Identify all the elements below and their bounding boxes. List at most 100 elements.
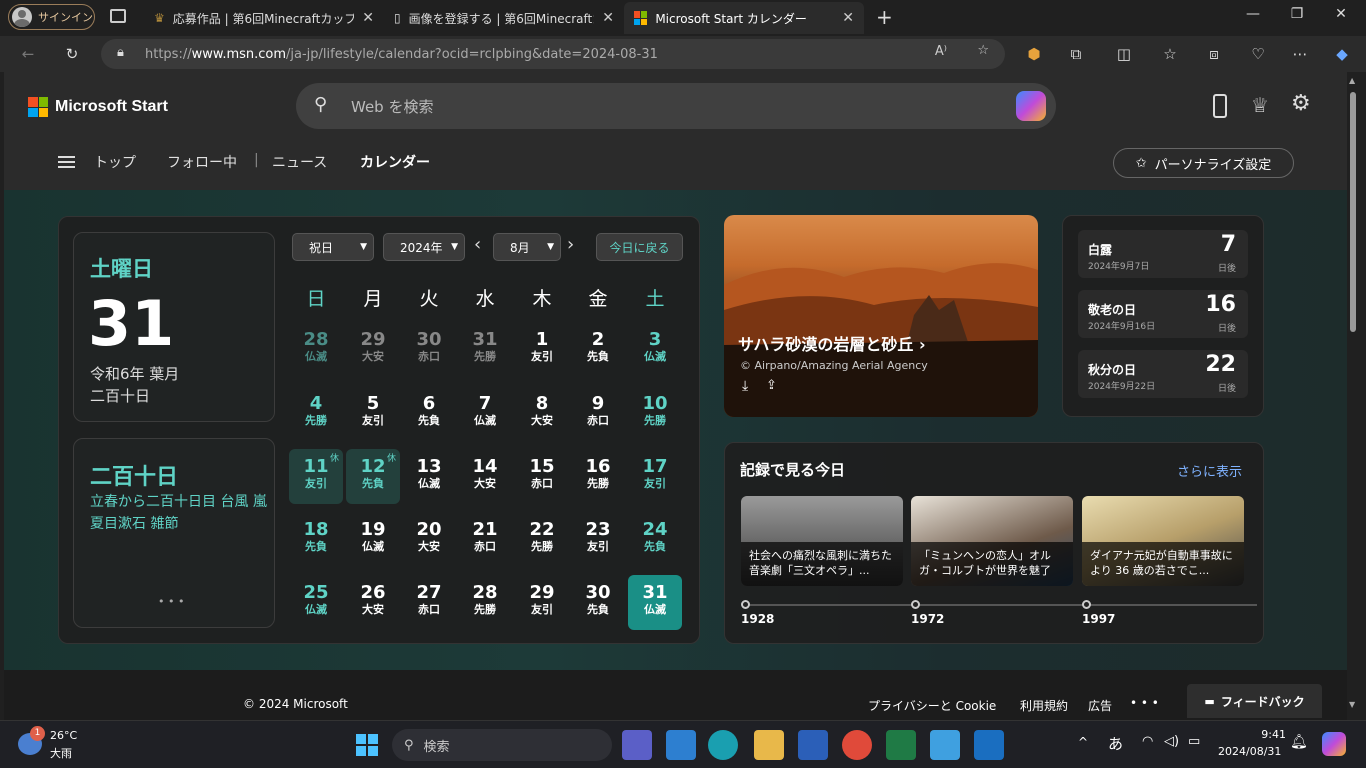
tab-2[interactable]: ▯ 画像を登録する | 第6回Minecraftカ ✕ bbox=[384, 2, 624, 34]
tab-actions-icon[interactable] bbox=[110, 9, 126, 23]
back-icon[interactable]: ← bbox=[16, 42, 40, 66]
battery-icon[interactable]: ▭ bbox=[1188, 734, 1200, 749]
split-screen-icon[interactable]: ◫ bbox=[1112, 42, 1136, 66]
clock-date[interactable]: 2024/08/31 bbox=[1218, 745, 1281, 758]
outlook-icon[interactable] bbox=[974, 730, 1004, 760]
calendar-day-cell[interactable]: 19 仏滅 bbox=[346, 512, 400, 567]
photos-icon[interactable] bbox=[930, 730, 960, 760]
calendar-day-cell[interactable]: 24 先負 bbox=[628, 512, 682, 567]
start-windows-icon[interactable] bbox=[356, 734, 378, 756]
extensions-icon[interactable]: ⧉ bbox=[1064, 42, 1088, 66]
holiday-filter-select[interactable]: 祝日 ▼ bbox=[292, 233, 374, 261]
calendar-day-cell[interactable]: 23 友引 bbox=[571, 512, 625, 567]
ime-indicator[interactable]: あ bbox=[1108, 733, 1123, 754]
more-menu-icon[interactable]: ⋯ bbox=[1288, 42, 1312, 66]
favorite-star-icon[interactable]: ☆ bbox=[977, 43, 989, 58]
close-tab-icon[interactable]: ✕ bbox=[602, 10, 614, 26]
read-aloud-icon[interactable]: A⁾ bbox=[935, 44, 947, 59]
calendar-day-cell[interactable]: 14 大安 bbox=[458, 449, 512, 504]
hero-image-card[interactable]: サハラ砂漠の岩層と砂丘 › © Airpano/Amazing Aerial A… bbox=[724, 215, 1038, 417]
calendar-day-cell[interactable]: 1 友引 bbox=[515, 322, 569, 377]
calendar-day-cell[interactable]: 12 先負休 bbox=[346, 449, 400, 504]
calendar-day-cell[interactable]: 18 先負 bbox=[289, 512, 343, 567]
clock-time[interactable]: 9:41 bbox=[1232, 728, 1286, 741]
signin-button[interactable]: サインイン bbox=[8, 4, 95, 30]
calendar-day-cell[interactable]: 29 友引 bbox=[515, 575, 569, 630]
nav-top[interactable]: トップ bbox=[94, 152, 136, 172]
hero-title-link[interactable]: サハラ砂漠の岩層と砂丘 › bbox=[738, 331, 926, 355]
calendar-day-cell[interactable]: 28 仏滅 bbox=[289, 322, 343, 377]
nav-calendar[interactable]: カレンダー bbox=[360, 152, 430, 172]
wifi-icon[interactable]: ◠ bbox=[1142, 734, 1153, 749]
next-month-icon[interactable]: › bbox=[567, 234, 574, 255]
calendar-day-cell[interactable]: 20 大安 bbox=[402, 512, 456, 567]
upcoming-event-1[interactable]: 白露 2024年9月7日 7 日後 bbox=[1078, 230, 1248, 278]
download-icon[interactable]: ⤓ bbox=[742, 378, 748, 394]
calendar-day-cell[interactable]: 2 先負 bbox=[571, 322, 625, 377]
restore-icon[interactable]: ❐ bbox=[1282, 6, 1312, 22]
year-select[interactable]: 2024年 ▼ bbox=[383, 233, 465, 261]
personalize-button[interactable]: ✩ パーソナライズ設定 bbox=[1113, 148, 1294, 178]
calendar-day-cell[interactable]: 29 大安 bbox=[346, 322, 400, 377]
calendar-day-cell[interactable]: 9 赤口 bbox=[571, 386, 625, 441]
upcoming-event-3[interactable]: 秋分の日 2024年9月22日 22 日後 bbox=[1078, 350, 1248, 398]
calendar-day-cell[interactable]: 13 仏滅 bbox=[402, 449, 456, 504]
favorites-icon[interactable]: ☆ bbox=[1158, 42, 1182, 66]
nav-news[interactable]: ニュース bbox=[272, 152, 327, 172]
calendar-day-cell[interactable]: 27 赤口 bbox=[402, 575, 456, 630]
teams-icon[interactable] bbox=[622, 730, 652, 760]
close-tab-icon[interactable]: ✕ bbox=[842, 10, 854, 26]
new-tab-icon[interactable]: + bbox=[876, 5, 893, 29]
history-more-link[interactable]: さらに表示 bbox=[1177, 461, 1242, 480]
word-icon[interactable] bbox=[798, 730, 828, 760]
page-scrollbar-thumb[interactable] bbox=[1350, 92, 1356, 332]
calendar-day-cell[interactable]: 21 赤口 bbox=[458, 512, 512, 567]
calendar-day-cell[interactable]: 26 大安 bbox=[346, 575, 400, 630]
calendar-day-cell[interactable]: 11 友引休 bbox=[289, 449, 343, 504]
notification-bell-icon[interactable]: 🔔︎ bbox=[1290, 734, 1308, 750]
rewards-icon[interactable]: ⬢ bbox=[1022, 42, 1046, 66]
hamburger-menu-icon[interactable] bbox=[58, 156, 75, 168]
history-item-2[interactable]: 「ミュンヘンの恋人」オルガ・コルブトが世界を魅了 bbox=[911, 496, 1073, 586]
file-explorer-icon[interactable] bbox=[754, 730, 784, 760]
taskbar-search[interactable]: ⚲ 検索 bbox=[392, 729, 612, 761]
browser-essentials-icon[interactable]: ♡ bbox=[1246, 42, 1270, 66]
collections-icon[interactable]: ⧈ bbox=[1202, 42, 1226, 66]
history-item-1[interactable]: 社会への痛烈な風刺に満ちた音楽劇「三文オペラ」... bbox=[741, 496, 903, 586]
prev-month-icon[interactable]: ‹ bbox=[474, 234, 481, 255]
excel-icon[interactable] bbox=[886, 730, 916, 760]
calendar-day-cell[interactable]: 6 先負 bbox=[402, 386, 456, 441]
feedback-button[interactable]: ▬ フィードバック bbox=[1187, 684, 1322, 718]
calendar-day-cell[interactable]: 30 先負 bbox=[571, 575, 625, 630]
calendar-day-cell[interactable]: 15 赤口 bbox=[515, 449, 569, 504]
tray-overflow-icon[interactable]: ^ bbox=[1078, 735, 1088, 749]
copilot-taskbar-icon[interactable] bbox=[1322, 732, 1346, 756]
brand-logo[interactable]: Microsoft Start bbox=[28, 97, 168, 117]
copilot-search-icon[interactable] bbox=[1016, 91, 1046, 121]
calendar-day-cell[interactable]: 5 友引 bbox=[346, 386, 400, 441]
footer-more-link[interactable]: • • • bbox=[1130, 696, 1159, 710]
calendar-day-cell[interactable]: 28 先勝 bbox=[458, 575, 512, 630]
back-to-today-button[interactable]: 今日に戻る bbox=[596, 233, 683, 261]
volume-icon[interactable]: ◁) bbox=[1164, 734, 1179, 749]
web-search-input[interactable]: ⚲ Web を検索 bbox=[296, 83, 1056, 129]
calendar-day-cell[interactable]: 30 赤口 bbox=[402, 322, 456, 377]
scroll-down-icon[interactable]: ▼ bbox=[1349, 700, 1355, 709]
scroll-up-icon[interactable]: ▲ bbox=[1349, 76, 1355, 85]
tab-3-active[interactable]: Microsoft Start カレンダー ✕ bbox=[624, 2, 864, 34]
share-icon[interactable]: ⇪ bbox=[766, 378, 777, 393]
calendar-day-cell[interactable]: 25 仏滅 bbox=[289, 575, 343, 630]
refresh-icon[interactable]: ↻ bbox=[60, 42, 84, 66]
rewards-trophy-icon[interactable]: ♕ bbox=[1251, 93, 1269, 117]
copilot-icon[interactable]: ◆ bbox=[1330, 42, 1354, 66]
close-window-icon[interactable]: ✕ bbox=[1326, 6, 1356, 22]
footer-terms-link[interactable]: 利用規約 bbox=[1020, 697, 1068, 714]
settings-gear-icon[interactable]: ⚙ bbox=[1291, 91, 1311, 116]
calendar-day-cell[interactable]: 3 仏滅 bbox=[628, 322, 682, 377]
url-field[interactable]: 🔒︎ https://www.msn.com/ja-jp/lifestyle/c… bbox=[101, 39, 1005, 69]
calendar-day-cell[interactable]: 22 先勝 bbox=[515, 512, 569, 567]
chrome-icon[interactable] bbox=[842, 730, 872, 760]
month-select[interactable]: 8月 ▼ bbox=[493, 233, 561, 261]
tab-1[interactable]: ♛ 応募作品 | 第6回Minecraftカップ ✕ bbox=[144, 2, 384, 34]
calendar-day-cell[interactable]: 7 仏滅 bbox=[458, 386, 512, 441]
